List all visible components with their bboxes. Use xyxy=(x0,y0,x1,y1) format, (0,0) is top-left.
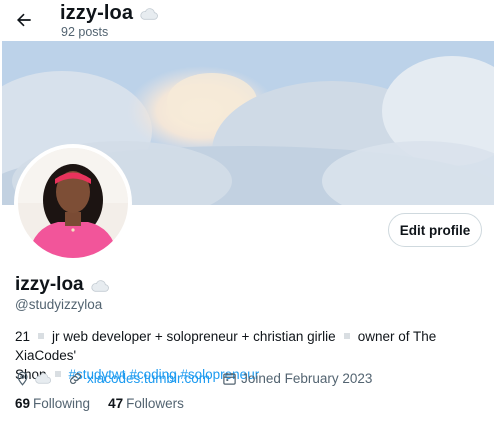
joined-date: Joined February 2023 xyxy=(241,370,373,386)
profile-meta: xiacodes.tumblr.com Joined February 2023 xyxy=(15,369,384,387)
avatar[interactable] xyxy=(14,144,132,262)
edit-profile-button[interactable]: Edit profile xyxy=(388,213,482,247)
cloud-emoji-icon xyxy=(91,279,109,292)
joined-item: Joined February 2023 xyxy=(222,371,372,386)
location-pin-icon xyxy=(17,371,28,386)
user-handle: @studyizzyloa xyxy=(15,297,103,312)
location-item xyxy=(15,371,56,386)
website-link[interactable]: xiacodes.tumblr.com xyxy=(87,371,210,386)
followers-link[interactable]: 47 Followers xyxy=(108,396,184,411)
separator-square xyxy=(38,333,45,340)
profile-header: izzy-loa 92 posts xyxy=(0,0,495,41)
link-icon xyxy=(70,372,81,384)
cloud-emoji-icon xyxy=(140,8,158,20)
avatar-photo xyxy=(18,148,128,258)
header-display-name: izzy-loa xyxy=(60,2,159,25)
follow-stats: 69 Following 47 Followers xyxy=(15,396,184,411)
separator-square xyxy=(343,333,350,340)
cloud-emoji-icon xyxy=(35,373,51,384)
posts-count: 92 posts xyxy=(61,25,109,39)
display-name: izzy-loa xyxy=(15,274,110,296)
calendar-icon xyxy=(223,372,236,385)
following-link[interactable]: 69 Following xyxy=(15,396,90,411)
website-item: xiacodes.tumblr.com xyxy=(68,371,210,386)
arrow-left-icon[interactable] xyxy=(14,10,34,30)
